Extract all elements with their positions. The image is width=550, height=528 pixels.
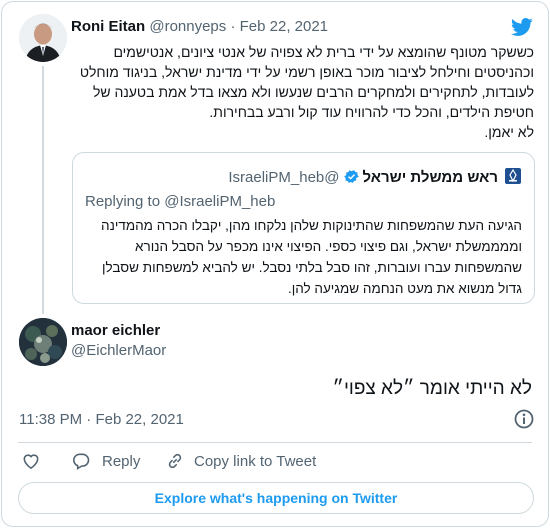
tweet-timestamp[interactable]: 11:38 PM · Feb 22, 2021 [19,411,184,428]
heart-icon [23,454,39,470]
quoted-replying-to: Replying to @IsraeliPM_heb [85,193,275,210]
tweet-time: 11:38 PM [19,411,83,428]
reply-button[interactable]: Reply [71,451,140,471]
verified-badge-icon [343,168,360,185]
parent-date[interactable]: Feb 22, 2021 [240,18,328,35]
copy-link-label: Copy link to Tweet [194,452,317,470]
quoted-author-handle: @IsraeliPM_heb [228,169,340,186]
tweet-text: לא הייתי אומר ״לא צפוי״ [332,378,533,399]
quoted-tweet-text: הגיעה העת שהמשפחות שהתינוקות שלהן נלקחו … [101,218,522,296]
quoted-author-line: ראש ממשלת ישראל @IsraeliPM_heb [87,167,522,187]
emblem-icon [504,167,522,185]
quoted-tweet-card[interactable]: ראש ממשלת ישראל @IsraeliPM_heb Replying … [72,152,535,304]
tweet-date: Feb 22, 2021 [95,411,184,428]
twitter-bird-icon[interactable] [510,16,534,38]
parent-author-avatar[interactable] [19,14,67,62]
parent-separator: · [230,18,236,35]
speech-bubble-icon [73,453,90,470]
like-button[interactable] [21,451,41,471]
parent-tweet-text: כששקר מטונף שהומצא על ידי ברית לא צפויה … [71,42,534,142]
tweet-author-block: maor eichler @EichlerMaor [71,322,166,359]
parent-author-handle[interactable]: @ronnyeps [149,18,226,35]
copy-link-button[interactable]: Copy link to Tweet [165,451,316,471]
reply-label: Reply [102,452,141,470]
link-icon [168,453,182,469]
info-icon[interactable] [513,408,535,430]
parent-author-line: Roni Eitan @ronnyeps · Feb 22, 2021 [71,18,328,35]
parent-tweet-closing: לא יאמן. [484,124,534,140]
replying-to-mention[interactable]: @IsraeliPM_heb [164,193,275,210]
tweet-author-handle[interactable]: @EichlerMaor [71,342,166,359]
replying-to-label: Replying to [85,193,161,210]
divider [18,442,532,443]
thread-connector-line [42,66,44,314]
tweet-meta-separator: · [86,411,92,428]
explore-button[interactable]: Explore what's happening on Twitter [18,482,534,514]
tweet-author-avatar[interactable] [19,318,67,366]
parent-author-name[interactable]: Roni Eitan [71,18,145,35]
tweet-author-name[interactable]: maor eichler [71,322,166,339]
parent-tweet-paragraph: כששקר מטונף שהומצא על ידי ברית לא צפויה … [79,44,534,120]
tweet-embed-card: Roni Eitan @ronnyeps · Feb 22, 2021 כששק… [1,1,549,527]
quoted-author-name: ראש ממשלת ישראל [362,169,499,186]
